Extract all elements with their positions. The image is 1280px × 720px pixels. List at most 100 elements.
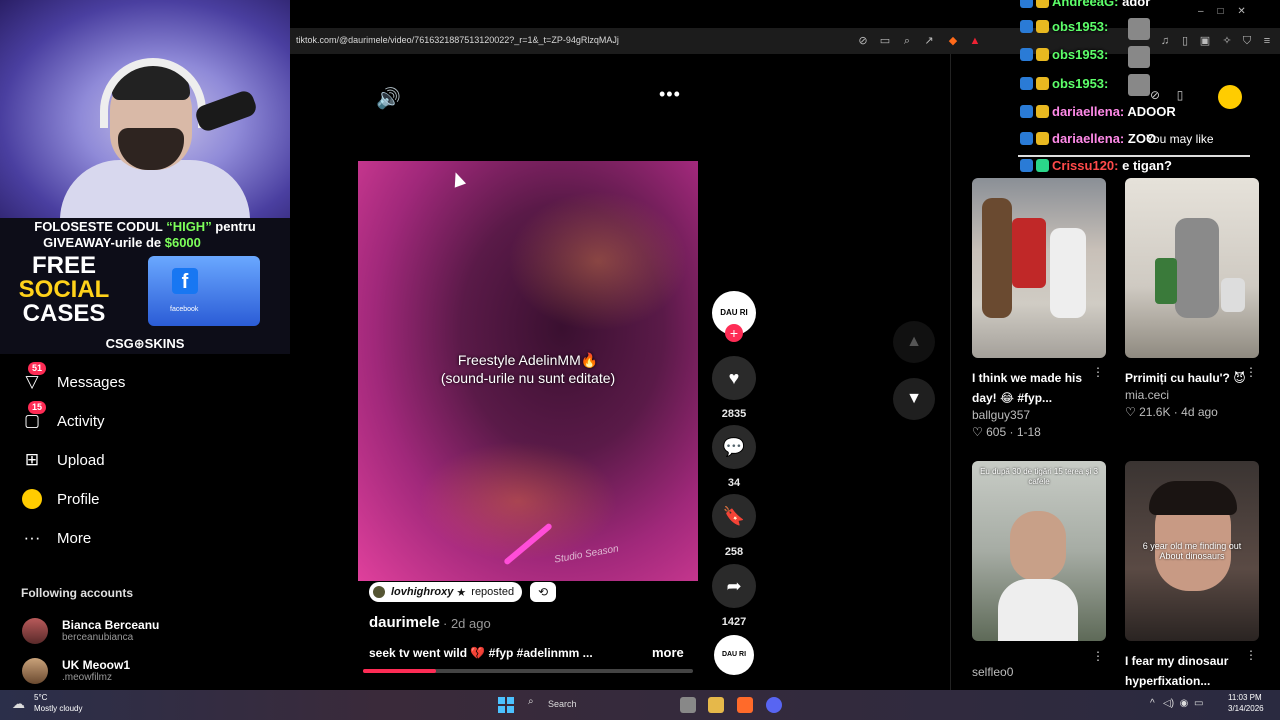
weather-cloud-icon[interactable]: ☁ xyxy=(12,696,25,712)
card-user[interactable]: selfleo0 xyxy=(972,665,1106,679)
user-avatar[interactable] xyxy=(1218,85,1242,109)
facebook-icon: f xyxy=(172,268,198,294)
maximize-icon[interactable]: □ xyxy=(1217,6,1223,17)
following-account[interactable]: UK Meoow1 .meowfilmz xyxy=(22,658,130,684)
music-disc[interactable]: DAU RI MELE xyxy=(714,635,754,698)
comment-icon: 💬 xyxy=(712,425,756,469)
comment-button[interactable]: 💬 34 xyxy=(712,425,756,489)
recommended-video-card[interactable]: I think we made his day! 😂 #fyp... ⋮ bal… xyxy=(972,178,1106,439)
following-account[interactable]: Bianca Berceanu berceanubianca xyxy=(22,618,159,644)
share-button[interactable]: ➦ 1427 xyxy=(712,564,756,628)
video-caption: Freestyle AdelinMM🔥 (sound-urile nu sunt… xyxy=(358,351,698,387)
address-bar[interactable]: tiktok.com/@daurimele/video/761632188751… xyxy=(296,35,619,45)
recommended-video-card[interactable]: 6 year old me finding out About dinosaur… xyxy=(1125,461,1259,691)
repost-chip[interactable]: lovhighroxy ★ reposted xyxy=(369,582,523,602)
share-arrow-icon: ➦ xyxy=(712,564,756,608)
chat-line: dariaellena: ADOOR xyxy=(1020,104,1176,119)
close-icon[interactable]: ✕ xyxy=(1237,6,1245,17)
task-view-icon[interactable] xyxy=(680,697,696,713)
compass-icon[interactable]: ⊘ xyxy=(1150,88,1160,102)
promo-case-image: f facebook xyxy=(148,256,260,326)
clock-date[interactable]: 3/14/2026 xyxy=(1228,704,1264,713)
chat-emote xyxy=(1128,46,1150,68)
video-player[interactable]: Freestyle AdelinMM🔥 (sound-urile nu sunt… xyxy=(358,161,698,581)
video-thumbnail[interactable] xyxy=(1125,178,1259,358)
sidebar-item-label: More xyxy=(57,529,92,547)
card-title: I fear my dinosaur hyperfixation... xyxy=(1125,654,1229,688)
menu-icon[interactable]: ≡ xyxy=(1260,34,1274,48)
recommended-video-card[interactable]: Eu după 30 de tigări 15 terea și 3 cafel… xyxy=(972,461,1106,679)
kebab-menu-icon[interactable]: ⋮ xyxy=(1092,649,1104,663)
video-thumbnail[interactable] xyxy=(972,178,1106,358)
chevron-up-icon[interactable]: ^ xyxy=(1150,698,1155,709)
recommended-video-card[interactable]: Prrimiți cu haulu'? 😈 ⋮ mia.ceci ♡ 21.6K… xyxy=(1125,178,1259,419)
file-explorer-icon[interactable] xyxy=(708,697,724,713)
chat-line: obs1953: xyxy=(1020,47,1108,62)
vpn-icon[interactable]: ⛉ xyxy=(1240,34,1254,48)
thumbnail-caption: Eu după 30 de tigări 15 terea și 3 cafel… xyxy=(980,467,1098,486)
heading-underline xyxy=(1018,155,1250,157)
sidebar-item-more[interactable]: ··· More xyxy=(20,525,92,551)
kebab-menu-icon[interactable]: ⋮ xyxy=(1245,365,1257,379)
card-user[interactable]: ballguy357 xyxy=(972,408,1106,422)
zoom-icon[interactable]: ⌕ xyxy=(900,34,914,48)
video-thumbnail[interactable]: Eu după 30 de tigări 15 terea și 3 cafel… xyxy=(972,461,1106,641)
sidebar-item-messages[interactable]: ▽ 51 Messages xyxy=(20,362,125,395)
more-options-icon[interactable]: ••• xyxy=(659,84,681,105)
save-button[interactable]: 🔖 258 xyxy=(712,494,756,558)
screenshot-icon[interactable]: ▭ xyxy=(878,34,892,48)
video-smoke xyxy=(508,191,688,331)
video-progress-bar[interactable] xyxy=(363,669,693,673)
video-description: seek tv went wild 💔 #fyp #adelinmm ... xyxy=(369,646,593,660)
volume-icon[interactable]: 🔊 xyxy=(376,86,401,111)
minimize-icon[interactable]: – xyxy=(1198,6,1204,17)
rewards-icon[interactable]: ▲ xyxy=(968,34,982,48)
caption-line: (sound-urile nu sunt editate) xyxy=(440,370,616,386)
next-video-button[interactable]: ▼ xyxy=(893,378,935,420)
sidebar-item-activity[interactable]: ▢ 15 Activity xyxy=(20,401,105,434)
search-icon[interactable]: ⌕ xyxy=(528,696,534,707)
repost-icon[interactable]: ⟲ xyxy=(530,582,556,602)
network-icon[interactable]: ◉ xyxy=(1180,698,1189,709)
chat-emote xyxy=(1128,18,1150,40)
wallet-icon[interactable]: ▣ xyxy=(1198,34,1212,48)
chat-line: obs1953: xyxy=(1020,19,1108,34)
share-icon[interactable]: ↗ xyxy=(922,34,936,48)
app-icons: ⊘ ▯ xyxy=(1150,88,1183,102)
no-tracking-icon[interactable]: ⊘ xyxy=(856,34,870,48)
windows-start-icon[interactable] xyxy=(498,697,514,713)
video-thumbnail[interactable]: 6 year old me finding out About dinosaur… xyxy=(1125,461,1259,641)
video-author[interactable]: daurimele xyxy=(369,614,440,631)
discord-icon[interactable] xyxy=(766,697,782,713)
clock-time[interactable]: 11:03 PM xyxy=(1228,693,1262,702)
account-handle: berceanubianca xyxy=(62,632,134,643)
sidebar-icon[interactable]: ▯ xyxy=(1178,34,1192,48)
sidebar-item-upload[interactable]: ⊞ Upload xyxy=(20,447,105,473)
kebab-menu-icon[interactable]: ⋮ xyxy=(1092,365,1104,379)
battery-icon[interactable]: ▭ xyxy=(1194,698,1203,709)
video-smoke xyxy=(418,441,618,561)
promo-banner: FOLOSESTE CODUL “HIGH” pentru GIVEAWAY-u… xyxy=(0,218,290,354)
brave-shield-icon[interactable]: ◆ xyxy=(946,34,960,48)
speaker-icon[interactable]: ◁) xyxy=(1163,698,1174,709)
taskbar-search[interactable]: Search xyxy=(548,699,577,709)
kebab-menu-icon[interactable]: ⋮ xyxy=(1245,648,1257,662)
like-button[interactable]: ♥ 2835 xyxy=(712,356,756,420)
repost-label: reposted xyxy=(471,586,515,598)
extensions-icon[interactable]: ✧ xyxy=(1220,34,1234,48)
chevron-down-icon: ▼ xyxy=(906,390,922,407)
phone-icon[interactable]: ▯ xyxy=(1177,88,1184,102)
previous-video-button[interactable]: ▲ xyxy=(893,321,935,363)
weather-description: Mostly cloudy xyxy=(34,704,83,713)
promo-line-1: FOLOSESTE CODUL “HIGH” pentru xyxy=(34,219,256,234)
music-icon[interactable]: ♫ xyxy=(1158,34,1172,48)
card-user[interactable]: mia.ceci xyxy=(1125,388,1259,402)
star-icon: ★ xyxy=(456,586,467,599)
follow-plus-icon[interactable]: + xyxy=(725,324,743,342)
promo-fb-label: facebook xyxy=(170,306,199,313)
sidebar-item-profile[interactable]: Profile xyxy=(20,486,100,512)
brave-browser-icon[interactable] xyxy=(737,697,753,713)
more-button[interactable]: more xyxy=(652,645,684,660)
like-count: 2835 xyxy=(721,408,747,420)
heart-icon: ♥ xyxy=(712,356,756,400)
